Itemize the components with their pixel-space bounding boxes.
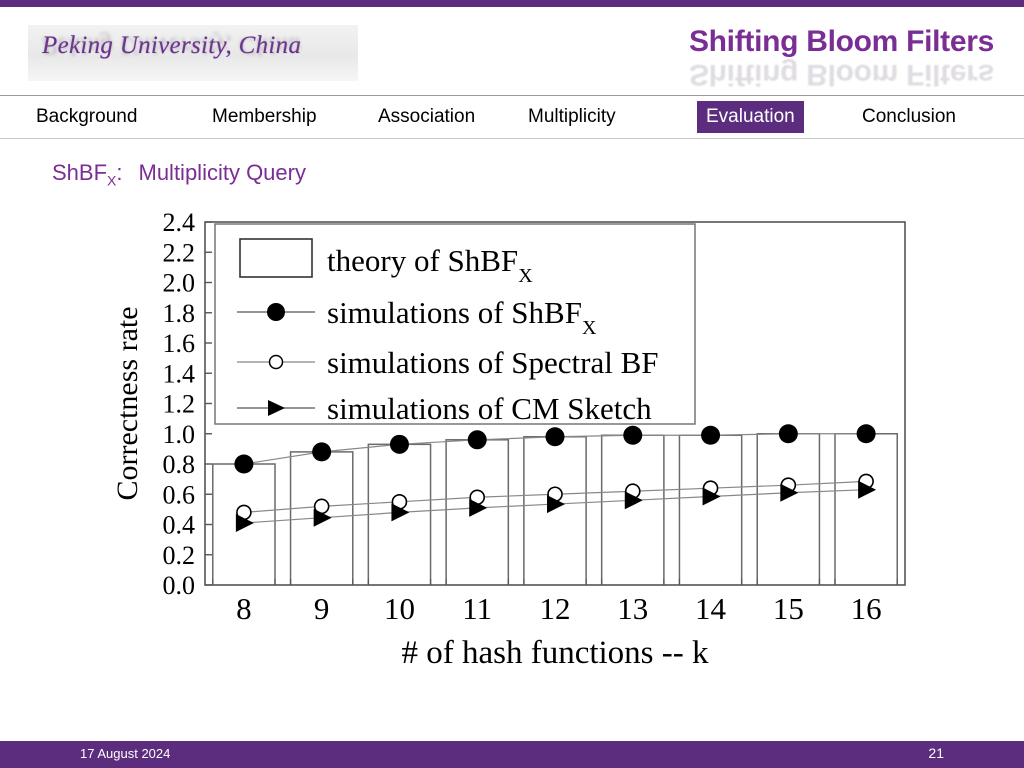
legend-key-bar xyxy=(239,238,313,278)
university-logo-reflection: Peking University, China xyxy=(42,32,302,59)
nav-item-label: Evaluation xyxy=(706,106,795,127)
marker-filled-circle xyxy=(623,425,643,445)
university-logo: Peking University, China Peking Universi… xyxy=(28,25,358,81)
slide-title-container: Shifting Bloom Filters Shifting Bloom Fi… xyxy=(564,23,994,93)
legend-key-filled-circle xyxy=(267,303,285,321)
marker-filled-circle xyxy=(389,434,409,454)
marker-filled-circle xyxy=(856,424,876,444)
y-axis-tick-label: 1.8 xyxy=(163,299,196,328)
marker-filled-circle xyxy=(778,424,798,444)
y-axis-tick-label: 0.4 xyxy=(163,511,196,540)
bar-theory-shbf xyxy=(523,436,587,586)
subtitle-text: Multiplicity Query xyxy=(138,160,306,185)
multiplicity-query-chart: 0.0 0.2 0.4 0.6 0.8 1.0 1.2 1.4 1.6 1.8 2.0 2.2 2.4 C… xyxy=(0,210,1024,680)
y-axis-tick-label: 1.2 xyxy=(163,390,196,419)
y-axis-tick-label: 0.8 xyxy=(163,450,196,479)
legend-label-2: simulations of Spectral BF xyxy=(327,345,659,380)
x-axis-tick-label: 14 xyxy=(695,591,727,626)
nav-item-association[interactable]: Association xyxy=(369,101,484,133)
x-axis-title: # of hash functions -- k xyxy=(401,635,709,671)
marker-filled-circle xyxy=(312,442,332,462)
page-title: Shifting Bloom Filters xyxy=(688,25,994,58)
bar-theory-shbf xyxy=(834,433,898,586)
bar-theory-shbf xyxy=(678,434,743,586)
y-axis-tick-label: 1.6 xyxy=(163,329,196,358)
top-accent-bar xyxy=(0,0,1024,7)
nav-item-label: Membership xyxy=(212,106,317,127)
y-axis-tick-label: 0.0 xyxy=(163,571,196,600)
slide-footer: 17 August 2024 21 xyxy=(0,741,1024,768)
x-axis-tick-label: 8 xyxy=(236,591,252,626)
legend-label-3: simulations of CM Sketch xyxy=(327,391,652,426)
nav-item-label: Conclusion xyxy=(862,106,956,127)
y-axis-tick-label: 0.6 xyxy=(163,480,196,509)
nav-item-label: Association xyxy=(378,106,476,127)
marker-filled-circle xyxy=(545,427,565,447)
x-axis-tick-label: 15 xyxy=(773,591,804,626)
x-axis-tick-label: 13 xyxy=(617,591,648,626)
footer-date: 17 August 2024 xyxy=(80,746,171,761)
bar-theory-shbf xyxy=(600,434,665,586)
nav-item-background[interactable]: Background xyxy=(27,101,146,133)
nav-divider xyxy=(0,138,1024,139)
nav-item-membership[interactable]: Membership xyxy=(203,101,326,133)
chart-svg: 0.00.20.40.60.81.01.21.41.61.82.02.22.4 C… xyxy=(111,210,906,671)
y-axis-tick-label: 2.0 xyxy=(163,269,196,298)
x-axis-tick-label: 11 xyxy=(462,591,492,626)
page-title-reflection: Shifting Bloom Filters xyxy=(688,58,994,91)
subtitle-prefix: ShBF xyxy=(52,160,108,185)
slide-header: Peking University, China Peking Universi… xyxy=(0,7,1024,95)
marker-filled-circle xyxy=(467,430,487,450)
section-nav: Background Membership Association Multiplic… xyxy=(0,96,1024,138)
x-axis-tick-label: 12 xyxy=(540,591,571,626)
y-axis-title: Correctness rate xyxy=(111,306,144,500)
y-axis-tick-label: 1.0 xyxy=(163,420,196,449)
bar-theory-shbf xyxy=(756,433,821,586)
nav-item-multiplicity[interactable]: Multiplicity xyxy=(519,101,625,133)
y-axis-tick-label: 2.4 xyxy=(163,210,196,237)
x-axis-tick-label: 9 xyxy=(314,591,330,626)
y-axis-tick-label: 1.4 xyxy=(163,359,196,388)
nav-item-evaluation[interactable]: Evaluation xyxy=(697,101,804,133)
y-axis-tick-label: 2.2 xyxy=(163,238,196,267)
nav-item-label: Multiplicity xyxy=(528,106,616,127)
marker-filled-circle xyxy=(234,454,254,474)
legend-key-open-circle xyxy=(268,354,284,370)
section-subtitle: ShBFX: Multiplicity Query xyxy=(52,160,306,188)
nav-item-conclusion[interactable]: Conclusion xyxy=(853,101,965,133)
x-axis-tick-label: 10 xyxy=(384,591,415,626)
nav-item-label: Background xyxy=(36,106,138,127)
y-axis-tick-label: 0.2 xyxy=(163,541,196,570)
subtitle-colon: : xyxy=(116,160,123,185)
footer-page-number: 21 xyxy=(928,745,944,761)
subtitle-subscript: X xyxy=(107,172,117,189)
x-axis-tick-label: 16 xyxy=(851,591,882,626)
marker-filled-circle xyxy=(701,425,721,445)
